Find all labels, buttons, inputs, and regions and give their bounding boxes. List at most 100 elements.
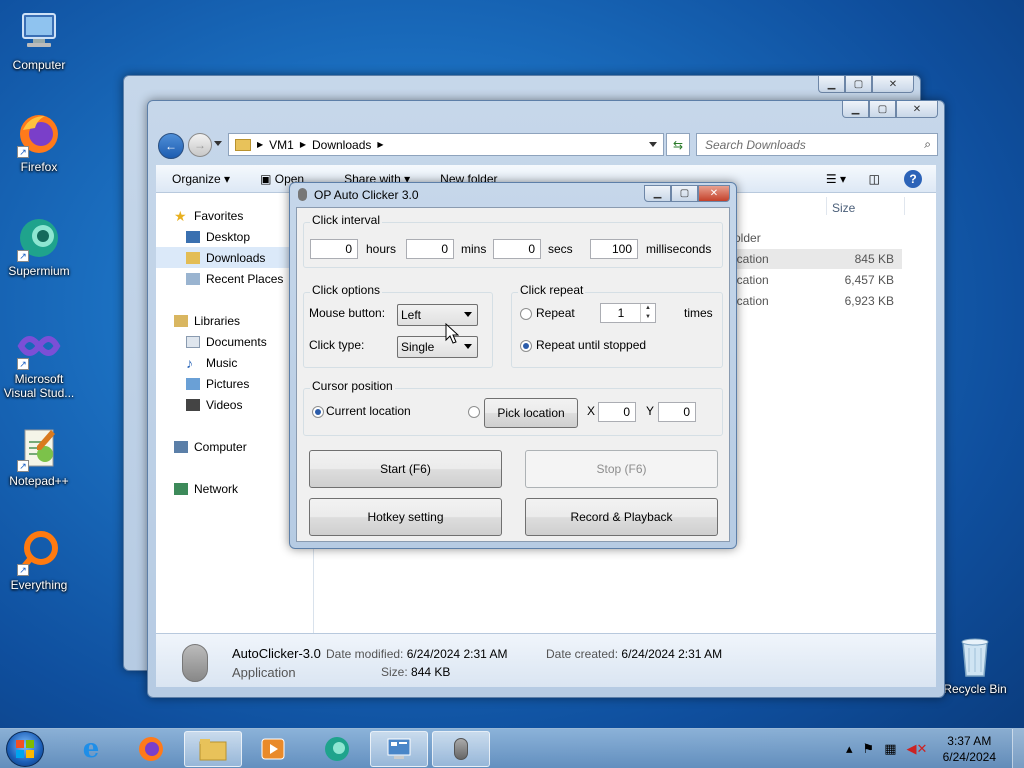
breadcrumb-item-vm1[interactable]: VM1 [269,138,294,152]
supermium-icon [325,737,349,761]
close-icon[interactable]: ✕ [698,185,730,202]
click-type-select[interactable]: Single [397,336,478,358]
address-bar[interactable]: ▶ VM1 ▶ Downloads ▶ [228,133,664,156]
system-tray: ▴ ⚑ ▦ ◀✕ [846,741,927,757]
hotkey-setting-button[interactable]: Hotkey setting [309,498,502,536]
folder-icon [199,739,227,761]
recycle-bin-icon [951,632,999,680]
repeat-until-stopped-radio[interactable] [520,340,532,352]
firefox-icon: ↗ [15,110,63,158]
refresh-icon: ⇆ [672,137,684,152]
network-icon [174,482,188,495]
maximize-icon[interactable]: ▢ [869,101,896,118]
volume-muted-icon[interactable]: ◀✕ [906,741,927,757]
repeat-radio[interactable] [520,308,532,320]
milliseconds-input[interactable]: 100 [590,239,638,259]
mouse-button-select[interactable]: Left [397,304,478,326]
table-row[interactable]: older [734,229,884,249]
record-playback-button[interactable]: Record & Playback [525,498,718,536]
taskbar-clock[interactable]: 3:37 AM 6/24/2024 [943,733,996,765]
taskbar: e ▴ ⚑ ▦ ◀✕ 3:37 AM 6/24/2024 [0,728,1024,768]
desktop-icon-everything[interactable]: ↗ Everything [0,528,78,592]
help-icon[interactable]: ? [904,169,922,188]
close-icon[interactable]: ✕ [872,76,914,93]
network-tray-icon[interactable]: ▦ [884,741,896,757]
details-file-name: AutoClicker-3.0 [232,646,321,661]
desktop-icon-notepadpp[interactable]: ↗ Notepad++ [0,424,78,488]
pictures-icon [186,377,200,390]
mouse-cursor-icon [445,323,459,344]
supermium-icon: ↗ [15,214,63,262]
desktop-icon-recycle-bin[interactable]: Recycle Bin [936,632,1014,696]
arrow-right-icon: → [194,138,206,152]
column-header-size[interactable]: Size [832,201,855,215]
preview-pane-icon[interactable]: ◫ [869,172,880,186]
desktop-icon-computer[interactable]: Computer [0,8,78,72]
recent-pages-dropdown[interactable] [214,141,222,146]
back-button[interactable]: ← [158,133,184,159]
maximize-icon[interactable]: ▢ [671,185,698,202]
action-center-flag-icon[interactable]: ⚑ [863,741,875,757]
folder-icon [235,138,251,151]
maximize-icon[interactable]: ▢ [845,76,872,93]
y-coordinate-input[interactable]: 0 [658,402,696,422]
minimize-icon[interactable]: ▁ [818,76,845,93]
desktop-icon-firefox[interactable]: ↗ Firefox [0,110,78,174]
taskbar-explorer[interactable] [184,731,242,767]
table-row[interactable]: ication 845 KB [734,249,902,269]
click-interval-group: Click interval 0 hours 0 mins 0 secs 100… [303,213,723,268]
breadcrumb-separator-icon: ▶ [257,140,264,149]
taskbar-control-panel[interactable] [370,731,428,767]
minimize-icon[interactable]: ▁ [644,185,671,202]
mouse-icon [454,738,468,760]
table-row[interactable]: ication 6,923 KB [734,291,902,311]
forward-button[interactable]: → [188,133,212,157]
libraries-icon [174,314,188,327]
repeat-count-stepper[interactable]: ▲ ▼ [640,304,655,322]
details-file-type: Application [232,665,296,680]
search-icon: ⌕ [924,137,931,151]
computer-icon [15,8,63,56]
desktop-folder-icon [186,230,200,243]
refresh-button[interactable]: ⇆ [666,133,690,156]
pick-location-button[interactable]: Pick location [484,398,578,428]
search-input[interactable]: Search Downloads ⌕ [696,133,938,156]
show-hidden-icons-icon[interactable]: ▴ [846,741,853,757]
stop-button: Stop (F6) [525,450,718,488]
show-desktop-button[interactable] [1012,729,1024,768]
breadcrumb-item-downloads[interactable]: Downloads [312,138,371,152]
desktop-icon-visual-studio[interactable]: ↗ Microsoft Visual Stud... [0,322,78,400]
file-mouse-icon [182,644,208,682]
taskbar-media-player[interactable] [244,731,302,767]
view-options-icon[interactable]: ☰ ▾ [826,172,846,186]
table-row[interactable]: ication 6,457 KB [734,270,902,290]
pick-location-radio[interactable] [468,406,480,418]
address-dropdown-icon[interactable] [649,142,657,147]
app-mouse-icon [298,188,307,201]
close-icon[interactable]: ✕ [896,101,938,118]
taskbar-ie[interactable]: e [62,731,120,767]
videos-icon [186,398,200,411]
window-title: OP Auto Clicker 3.0 [314,188,419,202]
start-button[interactable]: Start (F6) [309,450,502,488]
hours-input[interactable]: 0 [310,239,358,259]
secs-input[interactable]: 0 [493,239,541,259]
everything-icon: ↗ [15,528,63,576]
chevron-down-icon [464,312,472,317]
taskbar-firefox[interactable] [122,731,180,767]
firefox-icon [139,737,163,761]
arrow-left-icon: ← [165,139,177,153]
chevron-down-icon [464,344,472,349]
autoclicker-window[interactable]: OP Auto Clicker 3.0 ▁ ▢ ✕ Click interval… [289,182,737,549]
taskbar-supermium[interactable] [308,731,366,767]
control-panel-icon [387,738,411,759]
start-button[interactable] [6,731,44,767]
organize-button[interactable]: Organize ▾ [172,172,230,186]
taskbar-autoclicker[interactable] [432,731,490,767]
computer-icon [174,440,188,453]
mins-input[interactable]: 0 [406,239,454,259]
x-coordinate-input[interactable]: 0 [598,402,636,422]
minimize-icon[interactable]: ▁ [842,101,869,118]
desktop-icon-supermium[interactable]: ↗ Supermium [0,214,78,278]
current-location-radio[interactable] [312,406,324,418]
